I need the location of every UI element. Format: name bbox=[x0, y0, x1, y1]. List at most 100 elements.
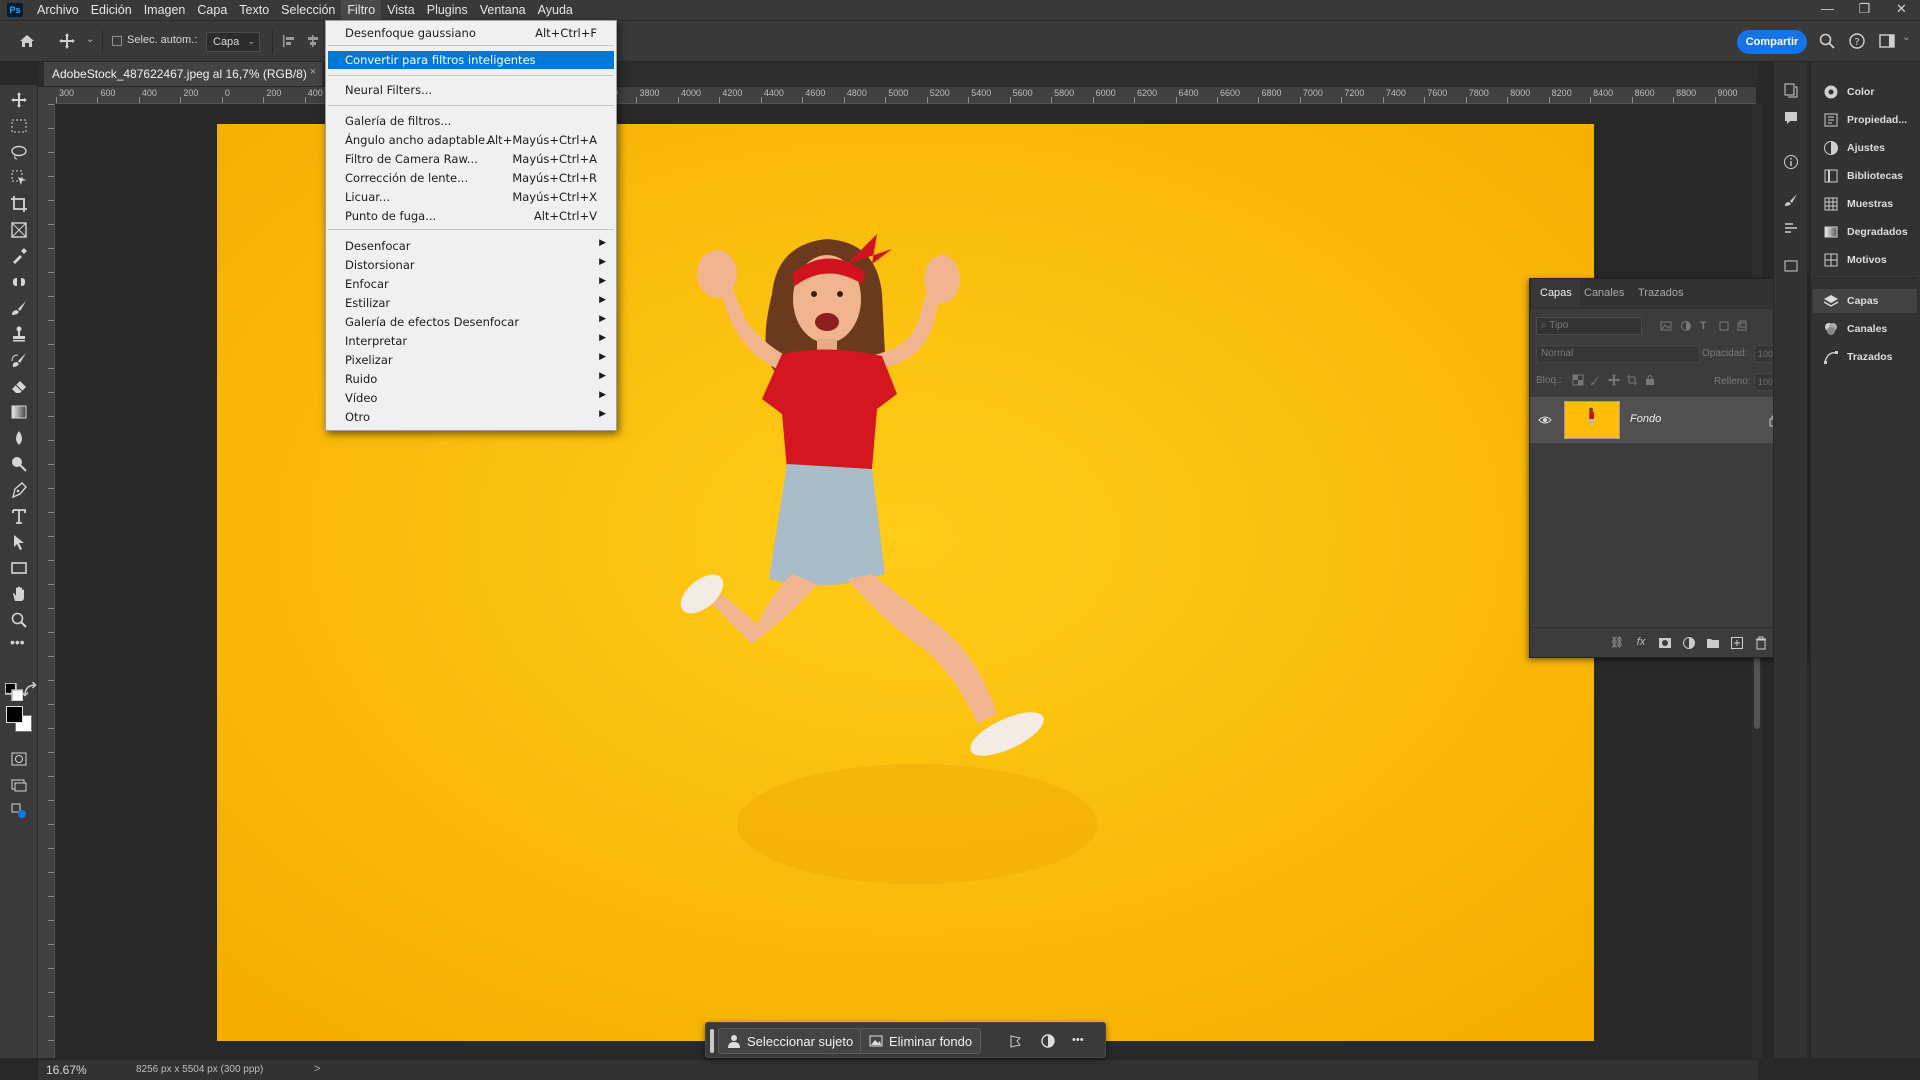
menu-item-noise[interactable]: Ruido ▶ bbox=[328, 370, 614, 388]
minimize-button[interactable]: — bbox=[1809, 0, 1846, 20]
info-icon[interactable] bbox=[1783, 154, 1799, 170]
help-icon[interactable]: ? bbox=[1848, 32, 1866, 50]
layer-row[interactable]: Fondo bbox=[1530, 397, 1793, 443]
transform-icon[interactable] bbox=[1008, 1033, 1024, 1049]
menu-capa[interactable]: Capa bbox=[191, 0, 233, 20]
menu-edicion[interactable]: Edición bbox=[85, 0, 138, 20]
menu-item-gaussian-blur[interactable]: Desenfoque gaussiano Alt+Ctrl+F bbox=[328, 24, 614, 42]
tool-presets-icon[interactable] bbox=[1783, 220, 1799, 236]
eyedropper-tool-icon[interactable] bbox=[10, 247, 28, 265]
chevron-down-icon[interactable]: ⌄ bbox=[1902, 32, 1920, 50]
pen-tool-icon[interactable] bbox=[10, 481, 28, 499]
panel-swatches[interactable]: Muestras bbox=[1813, 192, 1917, 216]
lock-artboard-icon[interactable] bbox=[1626, 374, 1638, 386]
panel-patterns[interactable]: Motivos bbox=[1813, 248, 1917, 272]
add-mask-icon[interactable] bbox=[1658, 636, 1672, 650]
menu-texto[interactable]: Texto bbox=[233, 0, 275, 20]
new-layer-icon[interactable] bbox=[1730, 636, 1744, 650]
image-filter-icon[interactable] bbox=[1660, 320, 1672, 332]
lock-position-icon[interactable] bbox=[1608, 374, 1620, 386]
lock-all-icon[interactable] bbox=[1644, 374, 1656, 386]
menu-item-distort[interactable]: Distorsionar ▶ bbox=[328, 256, 614, 274]
zoom-level[interactable]: 16.67% bbox=[46, 1063, 87, 1077]
menu-vista[interactable]: Vista bbox=[381, 0, 421, 20]
object-selection-tool-icon[interactable] bbox=[10, 169, 28, 187]
adjustment-filter-icon[interactable] bbox=[1680, 320, 1692, 332]
menu-item-stylize[interactable]: Estilizar ▶ bbox=[328, 294, 614, 312]
more-tools-icon[interactable]: ••• bbox=[10, 635, 28, 655]
menu-filtro[interactable]: Filtro bbox=[341, 0, 382, 20]
new-group-icon[interactable] bbox=[1706, 636, 1720, 650]
menu-item-video[interactable]: Vídeo ▶ bbox=[328, 389, 614, 407]
crop-tool-icon[interactable] bbox=[10, 195, 28, 213]
select-subject-button[interactable]: Seleccionar sujeto bbox=[718, 1028, 863, 1054]
path-selection-tool-icon[interactable] bbox=[10, 533, 28, 551]
search-icon[interactable] bbox=[1818, 32, 1836, 50]
panel-channels[interactable]: Canales bbox=[1813, 317, 1917, 341]
healing-brush-tool-icon[interactable] bbox=[10, 273, 28, 291]
visibility-eye-icon[interactable] bbox=[1538, 413, 1552, 427]
close-tab-icon[interactable]: × bbox=[310, 66, 316, 78]
default-colors-icon[interactable] bbox=[4, 682, 24, 702]
clone-stamp-tool-icon[interactable] bbox=[10, 325, 28, 343]
quick-mask-icon[interactable] bbox=[10, 750, 28, 768]
rectangle-tool-icon[interactable] bbox=[10, 559, 28, 577]
menu-imagen[interactable]: Imagen bbox=[138, 0, 192, 20]
menu-item-convert-smart-filters[interactable]: Convertir para filtros inteligentes bbox=[328, 51, 614, 69]
adjustment-icon[interactable] bbox=[1040, 1033, 1056, 1049]
link-layers-icon[interactable]: ⛓ bbox=[1610, 636, 1624, 650]
delete-layer-icon[interactable] bbox=[1754, 636, 1768, 650]
panel-libraries[interactable]: Bibliotecas bbox=[1813, 164, 1917, 188]
align-left-icon[interactable] bbox=[282, 34, 296, 48]
lock-pixels-icon[interactable] bbox=[1590, 374, 1602, 386]
close-window-button[interactable]: ✕ bbox=[1883, 0, 1920, 20]
panel-color[interactable]: Color bbox=[1813, 80, 1917, 104]
tool-preset-chevron-icon[interactable]: ⌄ bbox=[86, 34, 94, 45]
canvas-workspace[interactable] bbox=[56, 104, 1756, 1058]
menu-seleccion[interactable]: Selección bbox=[275, 0, 341, 20]
new-adjustment-layer-icon[interactable] bbox=[1682, 636, 1696, 650]
screen-mode-icon[interactable] bbox=[10, 776, 28, 794]
panel-gradients[interactable]: Degradados bbox=[1813, 220, 1917, 244]
menu-item-neural-filters[interactable]: Neural Filters... bbox=[328, 81, 614, 99]
menu-item-filter-gallery[interactable]: Galería de filtros... bbox=[328, 112, 614, 130]
remove-background-button[interactable]: Eliminar fondo bbox=[860, 1028, 982, 1054]
drag-handle[interactable] bbox=[710, 1029, 714, 1053]
panel-paths[interactable]: Trazados bbox=[1813, 345, 1917, 369]
eraser-tool-icon[interactable] bbox=[10, 377, 28, 395]
move-tool-icon[interactable] bbox=[10, 91, 28, 109]
zoom-tool-icon[interactable] bbox=[10, 611, 28, 629]
auto-select-checkbox[interactable] bbox=[112, 36, 122, 46]
brush-settings-icon[interactable] bbox=[1783, 192, 1799, 208]
blur-tool-icon[interactable] bbox=[10, 429, 28, 447]
workspace-icon[interactable] bbox=[1878, 32, 1896, 50]
fx-icon[interactable]: fx bbox=[1634, 636, 1648, 650]
menu-ventana[interactable]: Ventana bbox=[474, 0, 532, 20]
panel-properties[interactable]: Propiedad... bbox=[1813, 108, 1917, 132]
align-center-icon[interactable] bbox=[306, 34, 320, 48]
comments-icon[interactable] bbox=[1783, 110, 1799, 126]
frame-tool-icon[interactable] bbox=[10, 221, 28, 239]
menu-ayuda[interactable]: Ayuda bbox=[532, 0, 579, 20]
tab-paths[interactable]: Trazados bbox=[1638, 287, 1683, 299]
move-tool-icon[interactable] bbox=[58, 32, 76, 50]
edit-toolbar-icon[interactable] bbox=[10, 802, 28, 820]
menu-item-vanishing-point[interactable]: Punto de fuga... Alt+Ctrl+V bbox=[328, 207, 614, 225]
dodge-tool-icon[interactable] bbox=[10, 455, 28, 473]
menu-item-blur[interactable]: Desenfocar ▶ bbox=[328, 237, 614, 255]
menu-item-adaptive-wide-angle[interactable]: Ángulo ancho adaptable... Alt+Mayús+Ctrl+… bbox=[328, 131, 614, 149]
document-tab[interactable]: AdobeStock_487622467.jpeg al 16,7% (RGB/… bbox=[44, 62, 322, 86]
menu-item-other[interactable]: Otro ▶ bbox=[328, 408, 614, 426]
tab-channels[interactable]: Canales bbox=[1584, 287, 1624, 299]
status-menu-chevron-icon[interactable]: > bbox=[314, 1063, 320, 1075]
smart-object-filter-icon[interactable] bbox=[1736, 320, 1748, 332]
home-icon[interactable] bbox=[18, 32, 36, 50]
auto-select-dropdown[interactable]: Capa ⌄ bbox=[206, 32, 260, 52]
brush-tool-icon[interactable] bbox=[10, 299, 28, 317]
hand-tool-icon[interactable] bbox=[10, 585, 28, 603]
menu-archivo[interactable]: Archivo bbox=[31, 0, 85, 20]
menu-plugins[interactable]: Plugins bbox=[421, 0, 474, 20]
menu-item-render[interactable]: Interpretar ▶ bbox=[328, 332, 614, 350]
menu-item-blur-gallery[interactable]: Galería de efectos Desenfocar ▶ bbox=[328, 313, 614, 331]
menu-item-liquify[interactable]: Licuar... Mayús+Ctrl+X bbox=[328, 188, 614, 206]
